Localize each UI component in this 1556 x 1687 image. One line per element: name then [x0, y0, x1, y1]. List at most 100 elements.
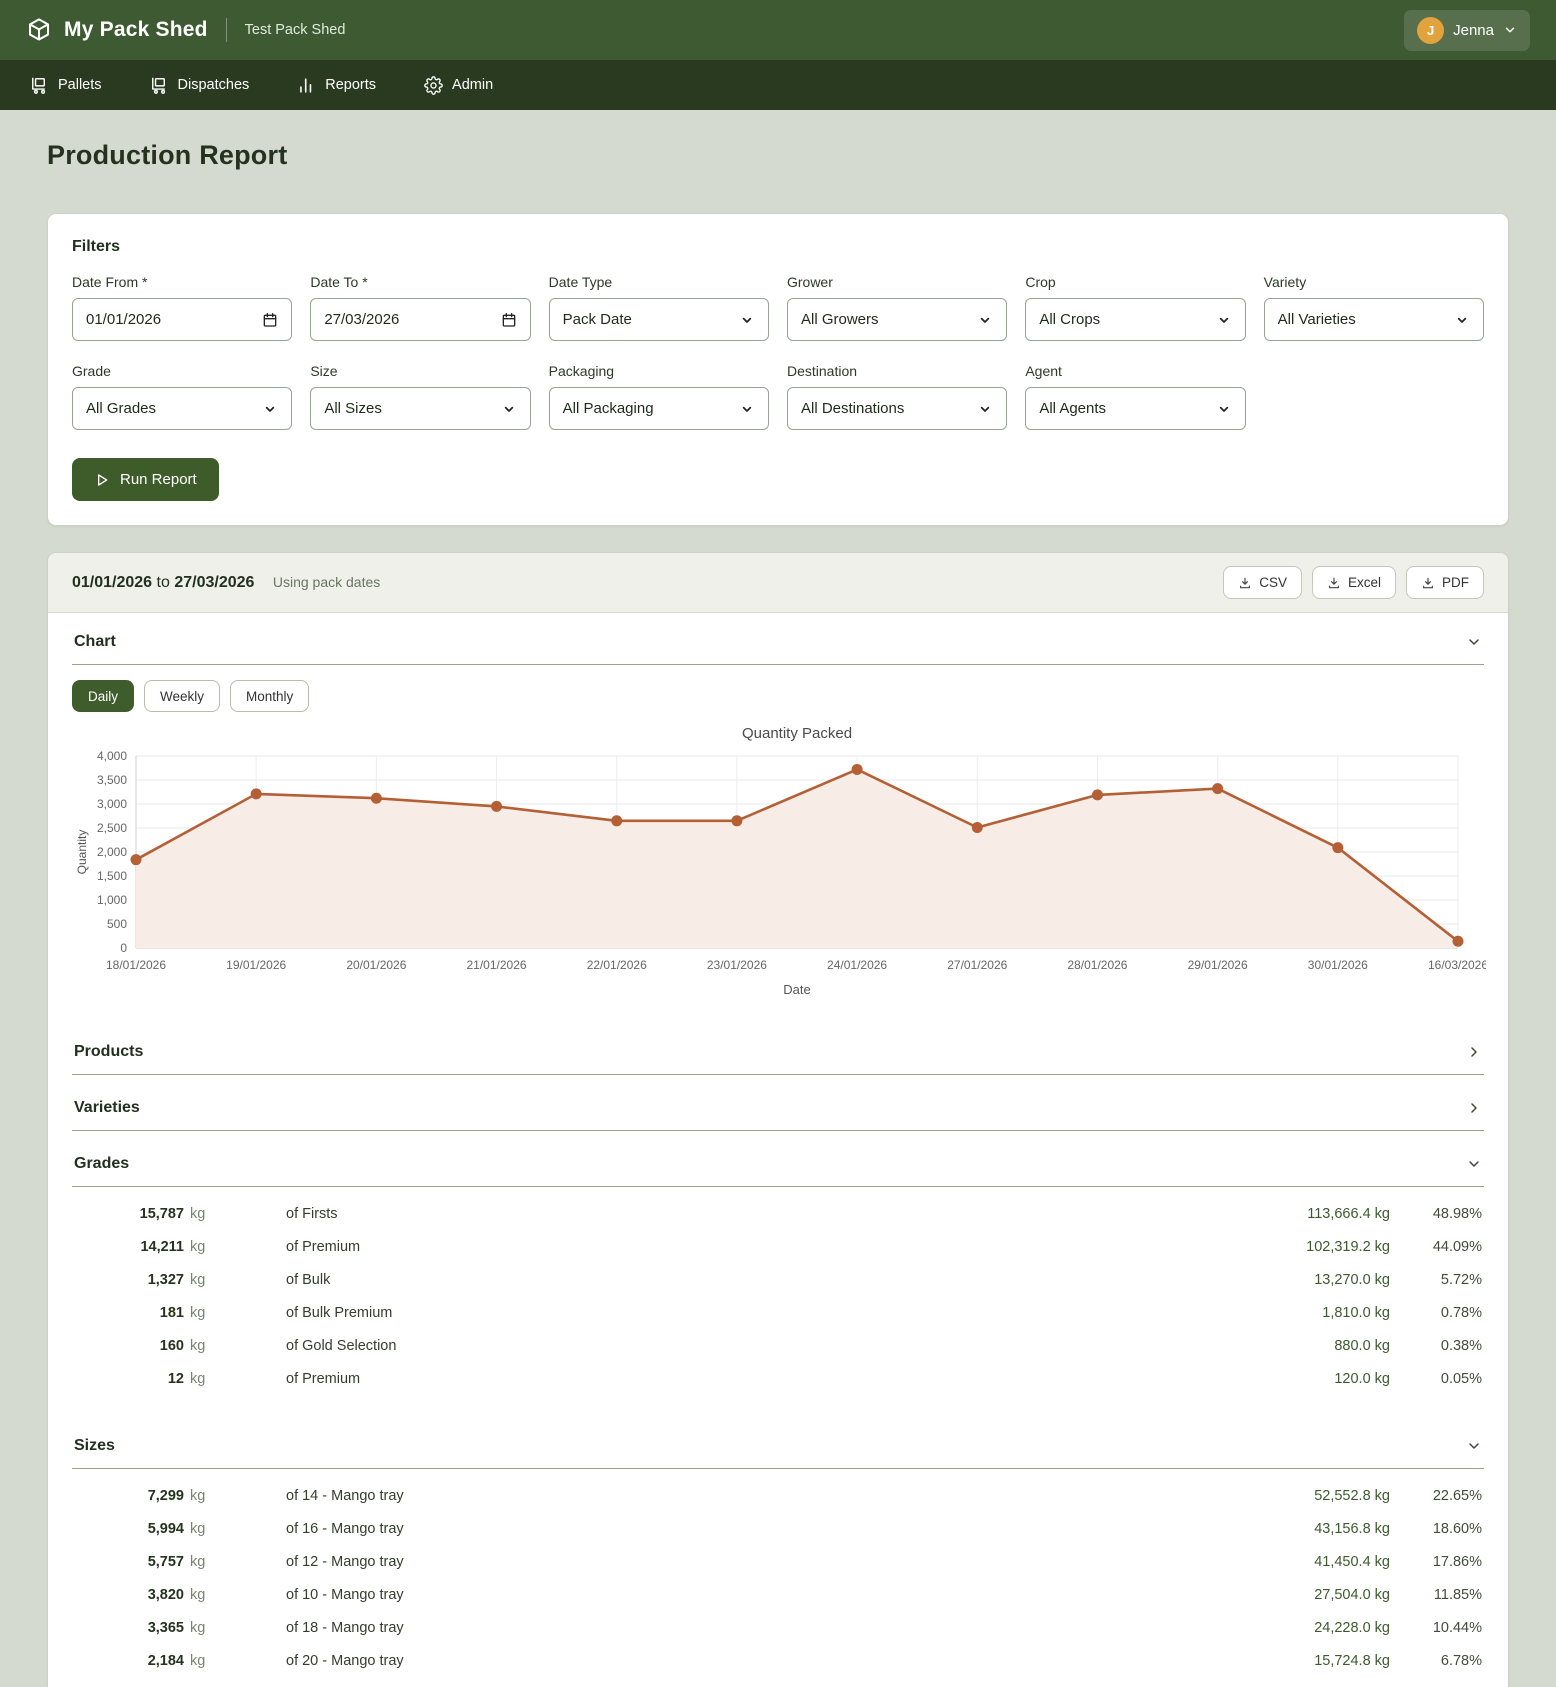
chart-section: Chart Daily Weekly Monthly 0 500 1,000 1,500 2…: [72, 613, 1488, 1019]
svg-text:0: 0: [120, 941, 127, 955]
nav-item-admin[interactable]: Admin: [424, 75, 493, 95]
toggle-weekly[interactable]: Weekly: [144, 680, 221, 712]
filter-grid: Date From * 01/01/2026 Date To * 27/03/2…: [72, 274, 1484, 430]
filter-label-packaging: Packaging: [548, 363, 615, 379]
svg-text:Quantity Packed: Quantity Packed: [742, 725, 852, 742]
download-icon: [1327, 576, 1341, 590]
filter-field-date-type: Date Type Pack Date: [548, 274, 769, 341]
calendar-icon: [501, 312, 517, 328]
sizes-section-header[interactable]: Sizes: [72, 1413, 1484, 1469]
grower-select[interactable]: All Growers: [786, 298, 1008, 341]
calendar-icon: [262, 312, 278, 328]
varieties-section: Varieties: [72, 1075, 1484, 1131]
bar-chart-icon: [297, 76, 316, 95]
nav-item-reports[interactable]: Reports: [297, 76, 376, 95]
svg-text:21/01/2026: 21/01/2026: [467, 958, 527, 972]
svg-text:4,000: 4,000: [97, 749, 127, 763]
dropdown-arrow-icon: [501, 401, 517, 417]
varieties-section-header[interactable]: Varieties: [72, 1075, 1484, 1131]
dropdown-arrow-icon: [1454, 312, 1470, 328]
grades-row: 1,327 kg of Bulk 13,270.0 kg 5.72%: [147, 1271, 1482, 1288]
filter-field-packaging: Packaging All Packaging: [548, 363, 769, 430]
products-section: Products: [72, 1019, 1484, 1075]
run-report-button[interactable]: Run Report: [72, 458, 219, 501]
export-excel-button[interactable]: Excel: [1311, 566, 1396, 599]
svg-text:3,000: 3,000: [97, 797, 127, 811]
filter-field-destination: Destination All Destinations: [786, 363, 1008, 430]
report-date-note: Using pack dates: [272, 573, 381, 590]
chevron-right-icon: [1466, 1044, 1482, 1060]
range-date-to: 27/03/2026: [174, 573, 255, 591]
svg-text:1,500: 1,500: [97, 869, 127, 883]
filter-label-destination: Destination: [786, 363, 858, 379]
toggle-daily[interactable]: Daily: [72, 680, 135, 712]
filter-label-grower: Grower: [786, 274, 833, 290]
page-title: Production Report: [47, 140, 288, 170]
svg-text:27/01/2026: 27/01/2026: [947, 958, 1007, 972]
filter-label-crop: Crop: [1025, 274, 1056, 290]
svg-text:18/01/2026: 18/01/2026: [106, 958, 166, 972]
gear-icon: [424, 75, 443, 95]
date-from-input[interactable]: 01/01/2026: [72, 298, 293, 341]
sizes-row: 1,158 kg of 22 - Mango tray 8,337.6 kg 3…: [74, 1677, 1482, 1687]
chevron-down-icon: [1466, 1156, 1482, 1172]
svg-text:30/01/2026: 30/01/2026: [1308, 958, 1368, 972]
grades-row: 181 kg of Bulk Premium 1,810.0 kg 0.78%: [159, 1304, 1482, 1321]
svg-text:3,500: 3,500: [97, 773, 127, 787]
filter-field-date-from: Date From * 01/01/2026: [72, 274, 293, 341]
report-date-range: 01/01/2026 to 27/03/2026 Using pack date…: [72, 573, 381, 591]
user-name: Jenna: [1453, 21, 1494, 39]
date-type-select[interactable]: Pack Date: [548, 298, 769, 341]
dropdown-arrow-icon: [1216, 401, 1232, 417]
svg-text:19/01/2026: 19/01/2026: [226, 958, 286, 972]
filter-label-grade: Grade: [72, 363, 111, 379]
filters-panel: Filters Date From * 01/01/2026 Date To *…: [47, 213, 1509, 526]
destination-select[interactable]: All Destinations: [786, 387, 1008, 430]
chart-section-header[interactable]: Chart: [72, 613, 1484, 665]
user-menu[interactable]: J Jenna: [1404, 9, 1530, 51]
sizes-rows: 7,299 kg of 14 - Mango tray 52,552.8 kg …: [72, 1469, 1484, 1687]
nav-item-pallets[interactable]: Pallets: [30, 76, 102, 95]
agent-select[interactable]: All Agents: [1025, 387, 1246, 430]
nav-item-dispatches[interactable]: Dispatches: [150, 76, 249, 95]
range-date-from: 01/01/2026: [72, 573, 153, 591]
chevron-right-icon: [1466, 1100, 1482, 1116]
grades-row: 160 kg of Gold Selection 880.0 kg 0.38%: [159, 1337, 1482, 1354]
crop-select[interactable]: All Crops: [1025, 298, 1246, 341]
package-cube-icon: [26, 17, 52, 43]
avatar: J: [1417, 16, 1445, 44]
svg-text:22/01/2026: 22/01/2026: [587, 958, 647, 972]
packaging-select[interactable]: All Packaging: [548, 387, 769, 430]
sizes-row: 3,820 kg of 10 - Mango tray 27,504.0 kg …: [147, 1586, 1482, 1603]
filter-field-grade: Grade All Grades: [72, 363, 293, 430]
variety-select[interactable]: All Varieties: [1263, 298, 1484, 341]
size-select[interactable]: All Sizes: [310, 387, 531, 430]
filter-field-size: Size All Sizes: [310, 363, 531, 430]
grades-rows: 15,787 kg of Firsts 113,666.4 kg 48.98% …: [72, 1187, 1484, 1413]
grades-section-header[interactable]: Grades: [72, 1131, 1484, 1187]
export-csv-button[interactable]: CSV: [1223, 566, 1302, 599]
brand-divider: [225, 18, 227, 42]
toggle-monthly[interactable]: Monthly: [230, 680, 310, 712]
grades-section: Grades 15,787 kg of Firsts 113,666.4 kg …: [72, 1131, 1484, 1413]
sizes-row: 5,994 kg of 16 - Mango tray 43,156.8 kg …: [147, 1520, 1482, 1537]
chevron-down-icon: [1503, 23, 1517, 37]
filter-label-date-to: Date To *: [310, 274, 368, 290]
export-pdf-button[interactable]: PDF: [1406, 566, 1484, 599]
sizes-row: 5,757 kg of 12 - Mango tray 41,450.4 kg …: [147, 1553, 1482, 1570]
dispatch-trolley-icon: [150, 76, 169, 95]
filter-label-date-from: Date From *: [72, 274, 148, 290]
svg-text:2,500: 2,500: [97, 821, 127, 835]
grades-row: 12 kg of Premium 120.0 kg 0.05%: [167, 1370, 1482, 1387]
chevron-down-icon: [1466, 1438, 1482, 1454]
svg-text:23/01/2026: 23/01/2026: [707, 958, 767, 972]
download-icon: [1238, 576, 1252, 590]
download-icon: [1421, 576, 1435, 590]
svg-text:24/01/2026: 24/01/2026: [827, 958, 887, 972]
products-section-header[interactable]: Products: [72, 1019, 1484, 1075]
dropdown-arrow-icon: [977, 401, 993, 417]
date-to-input[interactable]: 27/03/2026: [310, 298, 531, 341]
grade-select[interactable]: All Grades: [72, 387, 293, 430]
dropdown-arrow-icon: [262, 401, 278, 417]
dropdown-arrow-icon: [1216, 312, 1232, 328]
